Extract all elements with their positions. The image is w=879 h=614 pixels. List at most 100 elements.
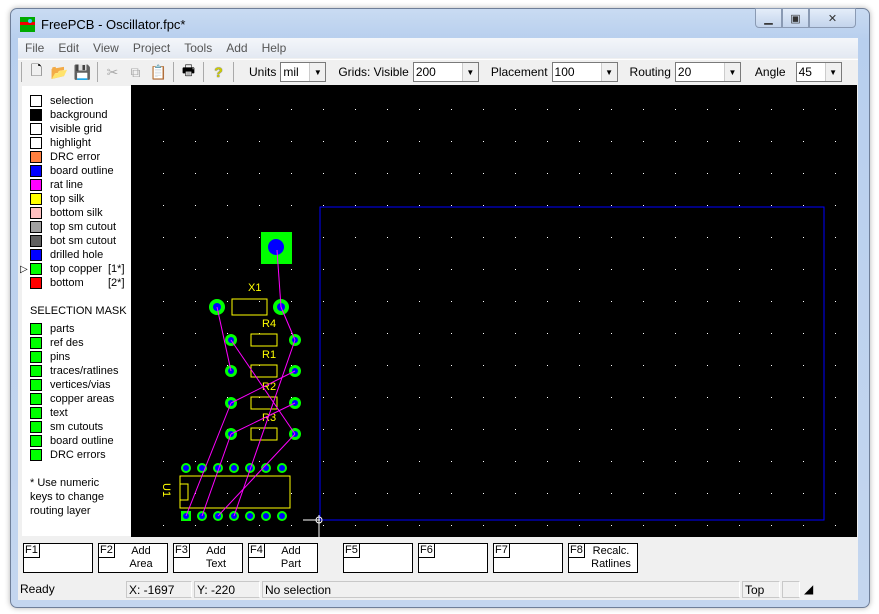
menu-view[interactable]: View — [86, 41, 126, 55]
grid-dot — [451, 333, 452, 334]
maximize-button[interactable]: ▣ — [782, 8, 809, 28]
layer-bot-sm-cutout[interactable]: bot sm cutout — [30, 234, 116, 248]
mask-board-outline[interactable]: board outline — [30, 434, 114, 448]
mask-copper-areas[interactable]: copper areas — [30, 392, 114, 406]
layer-color-swatch[interactable] — [30, 277, 42, 289]
chevron-down-icon[interactable]: ▼ — [309, 63, 326, 81]
routing-grid-select[interactable]: 20 ▼ — [674, 62, 741, 82]
placement-grid-select[interactable]: 100 ▼ — [551, 62, 618, 82]
mask-toggle[interactable] — [30, 379, 42, 391]
mask-toggle[interactable] — [30, 435, 42, 447]
layer-background[interactable]: background — [30, 108, 108, 122]
menu-add[interactable]: Add — [219, 41, 254, 55]
layer-bottom-silk[interactable]: bottom silk — [30, 206, 103, 220]
mask-toggle[interactable] — [30, 449, 42, 461]
chevron-down-icon[interactable]: ▼ — [723, 63, 740, 81]
mask-ref-des[interactable]: ref des — [30, 336, 84, 350]
layer-color-swatch[interactable] — [30, 193, 42, 205]
grid-dot — [739, 365, 740, 366]
mask-toggle[interactable] — [30, 365, 42, 377]
grid-dot — [355, 269, 356, 270]
layer-color-swatch[interactable] — [30, 151, 42, 163]
grid-dot — [707, 205, 708, 206]
grids-visible-value: 200 — [415, 65, 436, 79]
layer-top-copper[interactable]: ▷ top copper [1*] — [20, 262, 125, 276]
layer-visible-grid[interactable]: visible grid — [30, 122, 102, 136]
resize-grip-icon[interactable]: ◢ — [802, 581, 816, 598]
mask-traces-ratlines[interactable]: traces/ratlines — [30, 364, 118, 378]
help-icon[interactable]: ? — [207, 61, 230, 83]
grid-dot — [547, 397, 548, 398]
layer-color-swatch[interactable] — [30, 249, 42, 261]
menu-edit[interactable]: Edit — [51, 41, 86, 55]
fkey-f2-button[interactable]: F2 Add Area — [98, 543, 168, 573]
grid-dot — [259, 141, 260, 142]
fkey-f8-button[interactable]: F8 Recalc. Ratlines — [568, 543, 638, 573]
mask-toggle[interactable] — [30, 337, 42, 349]
mask-toggle[interactable] — [30, 393, 42, 405]
angle-select[interactable]: 45 ▼ — [795, 62, 842, 82]
mask-toggle[interactable] — [30, 407, 42, 419]
layer-highlight[interactable]: highlight — [30, 136, 91, 150]
layer-drilled-hole[interactable]: drilled hole — [30, 248, 103, 262]
layer-bottom[interactable]: bottom [2*] — [30, 276, 125, 290]
copy-icon[interactable]: ⧉ — [124, 61, 147, 83]
units-select[interactable]: mil ▼ — [280, 62, 327, 82]
save-icon[interactable]: 💾 — [71, 61, 94, 83]
layer-color-swatch[interactable] — [30, 207, 42, 219]
fkey-f1-button[interactable]: F1 — [23, 543, 93, 573]
chevron-down-icon[interactable]: ▼ — [461, 63, 478, 81]
mask-vertices-vias[interactable]: vertices/vias — [30, 378, 111, 392]
pcb-drawing[interactable]: J0X1R4R1R2R3U1 — [131, 85, 857, 537]
layer-color-swatch[interactable] — [30, 263, 42, 275]
layer-color-swatch[interactable] — [30, 179, 42, 191]
mask-text[interactable]: text — [30, 406, 68, 420]
pcb-canvas[interactable]: J0X1R4R1R2R3U1 — [131, 85, 857, 537]
layer-top-sm-cutout[interactable]: top sm cutout — [30, 220, 116, 234]
layer-color-swatch[interactable] — [30, 109, 42, 121]
chevron-down-icon[interactable]: ▼ — [824, 63, 841, 81]
fkey-f7-button[interactable]: F7 — [493, 543, 563, 573]
mask-toggle[interactable] — [30, 351, 42, 363]
fkey-f4-button[interactable]: F4 Add Part — [248, 543, 318, 573]
u1-pin-hole — [263, 513, 269, 519]
menu-file[interactable]: File — [18, 41, 51, 55]
menu-project[interactable]: Project — [126, 41, 177, 55]
layer-color-swatch[interactable] — [30, 123, 42, 135]
fkey-number: F7 — [494, 544, 510, 558]
layer-color-swatch[interactable] — [30, 221, 42, 233]
mask-pins[interactable]: pins — [30, 350, 70, 364]
layer-rat-line[interactable]: rat line — [30, 178, 83, 192]
mask-toggle[interactable] — [30, 421, 42, 433]
layer-color-swatch[interactable] — [30, 235, 42, 247]
layer-top-silk[interactable]: top silk — [30, 192, 84, 206]
grids-visible-select[interactable]: 200 ▼ — [412, 62, 479, 82]
grid-dot — [387, 269, 388, 270]
minimize-button[interactable]: ▁ — [755, 8, 782, 28]
cut-icon[interactable]: ✂ — [101, 61, 124, 83]
layer-color-swatch[interactable] — [30, 95, 42, 107]
grid-dot — [515, 109, 516, 110]
grid-dot — [643, 301, 644, 302]
layer-board-outline[interactable]: board outline — [30, 164, 114, 178]
chevron-down-icon[interactable]: ▼ — [600, 63, 617, 81]
mask-toggle[interactable] — [30, 323, 42, 335]
fkey-f3-button[interactable]: F3 Add Text — [173, 543, 243, 573]
menu-help[interactable]: Help — [255, 41, 294, 55]
print-icon[interactable]: 🖶 — [177, 61, 200, 83]
paste-icon[interactable]: 📋 — [147, 61, 170, 83]
menu-tools[interactable]: Tools — [177, 41, 219, 55]
close-button[interactable]: ✕ — [809, 8, 856, 28]
grid-dot — [451, 269, 452, 270]
layer-selection[interactable]: selection — [30, 94, 93, 108]
new-file-icon[interactable]: 🗋 — [25, 61, 48, 83]
fkey-f6-button[interactable]: F6 — [418, 543, 488, 573]
layer-color-swatch[interactable] — [30, 165, 42, 177]
open-folder-icon[interactable]: 📂 — [48, 61, 71, 83]
mask-parts[interactable]: parts — [30, 322, 74, 336]
layer-DRC-error[interactable]: DRC error — [30, 150, 100, 164]
layer-color-swatch[interactable] — [30, 137, 42, 149]
fkey-f5-button[interactable]: F5 — [343, 543, 413, 573]
mask-sm-cutouts[interactable]: sm cutouts — [30, 420, 103, 434]
mask-DRC-errors[interactable]: DRC errors — [30, 448, 106, 462]
